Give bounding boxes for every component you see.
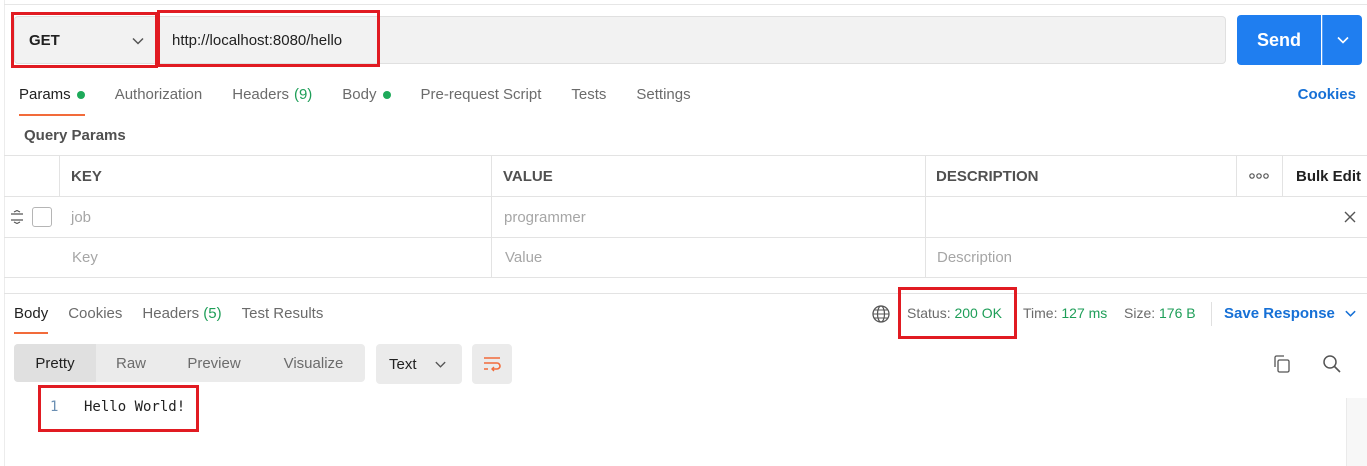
- col-divider: [491, 156, 492, 196]
- time-info: Time: 127 ms: [1023, 305, 1107, 321]
- tab-body-label: Body: [342, 86, 377, 103]
- request-tabs: Params Authorization Headers (9) Body Pr…: [19, 86, 721, 116]
- column-header-key: KEY: [71, 167, 102, 185]
- table-header-row: KEY VALUE DESCRIPTION Bulk Edit: [4, 155, 1367, 196]
- response-headers-count: (5): [203, 305, 222, 322]
- col-divider: [1236, 156, 1237, 196]
- col-divider: [491, 197, 492, 237]
- copy-icon[interactable]: [1272, 354, 1292, 374]
- send-button[interactable]: Send: [1237, 15, 1321, 65]
- wrap-lines-button[interactable]: [472, 344, 512, 384]
- response-body: 1 Hello World!: [50, 399, 185, 415]
- tab-headers[interactable]: Headers (9): [232, 86, 312, 116]
- body-type-label: Text: [389, 355, 417, 373]
- url-input[interactable]: http://localhost:8080/hello: [158, 16, 1226, 64]
- params-active-dot: [76, 91, 85, 99]
- tab-body[interactable]: Body: [342, 86, 391, 116]
- tab-authorization-label: Authorization: [114, 86, 203, 103]
- url-text: http://localhost:8080/hello: [172, 31, 343, 49]
- response-tabs: Body Cookies Headers (5) Test Results: [14, 305, 343, 334]
- response-tab-test-results[interactable]: Test Results: [242, 305, 324, 334]
- format-preview[interactable]: Preview: [166, 344, 262, 382]
- format-raw[interactable]: Raw: [96, 344, 166, 382]
- column-header-value: VALUE: [503, 167, 553, 185]
- time-value: 127 ms: [1061, 305, 1108, 321]
- column-header-description: DESCRIPTION: [936, 167, 1039, 185]
- tab-settings-label: Settings: [636, 86, 691, 103]
- tab-params-label: Params: [19, 86, 71, 103]
- query-params-title: Query Params: [24, 127, 126, 144]
- response-divider: [4, 293, 1367, 294]
- method-label: GET: [29, 31, 60, 49]
- top-divider: [4, 4, 1367, 5]
- response-headers-label: Headers: [142, 305, 200, 322]
- tab-pre-request-script[interactable]: Pre-request Script: [421, 86, 542, 116]
- col-divider: [491, 238, 492, 277]
- delete-param-icon[interactable]: [1344, 197, 1356, 237]
- format-pretty[interactable]: Pretty: [14, 344, 96, 382]
- status-label: Status:: [907, 305, 951, 321]
- body-active-dot: [382, 91, 391, 99]
- response-tab-cookies[interactable]: Cookies: [68, 305, 122, 334]
- chevron-down-icon: [1336, 36, 1349, 44]
- format-visualize[interactable]: Visualize: [262, 344, 365, 382]
- body-type-select[interactable]: Text: [376, 344, 462, 384]
- bulk-edit-button[interactable]: Bulk Edit: [1296, 156, 1361, 196]
- line-number: 1: [50, 399, 59, 415]
- size-label: Size:: [1124, 305, 1156, 321]
- size-value: 176 B: [1159, 305, 1196, 321]
- tab-headers-count: (9): [293, 86, 313, 103]
- tab-tests[interactable]: Tests: [571, 86, 606, 116]
- col-divider: [1282, 156, 1283, 196]
- new-value-input[interactable]: Value: [505, 238, 542, 277]
- chevron-down-icon: [132, 37, 144, 45]
- new-key-input[interactable]: Key: [72, 238, 98, 277]
- col-divider: [925, 238, 926, 277]
- response-tab-headers[interactable]: Headers (5): [142, 305, 221, 334]
- status-info: Status: 200 OK: [907, 305, 1002, 321]
- chevron-down-icon: [434, 361, 446, 368]
- size-info: Size: 176 B: [1124, 305, 1196, 321]
- response-tab-body[interactable]: Body: [14, 305, 49, 334]
- more-options-icon[interactable]: [1249, 156, 1269, 196]
- globe-icon[interactable]: [871, 304, 891, 324]
- separator: [1211, 302, 1212, 326]
- col-divider: [925, 156, 926, 196]
- chevron-down-icon: [1345, 310, 1356, 317]
- param-checkbox[interactable]: [32, 197, 52, 237]
- col-divider: [925, 197, 926, 237]
- search-icon[interactable]: [1322, 354, 1342, 374]
- col-divider: [59, 156, 60, 196]
- param-value[interactable]: programmer: [504, 197, 586, 237]
- tab-tests-label: Tests: [571, 86, 607, 103]
- new-description-input[interactable]: Description: [937, 238, 1012, 277]
- scrollbar[interactable]: [1346, 398, 1367, 466]
- tab-params[interactable]: Params: [19, 86, 85, 116]
- tab-authorization[interactable]: Authorization: [115, 86, 203, 116]
- wrap-lines-icon: [484, 357, 501, 372]
- time-label: Time:: [1023, 305, 1058, 321]
- tab-settings[interactable]: Settings: [636, 86, 690, 116]
- tab-headers-label: Headers: [232, 86, 289, 103]
- params-table: KEY VALUE DESCRIPTION Bulk Edit job prog…: [4, 155, 1367, 278]
- cookies-link[interactable]: Cookies: [1298, 86, 1356, 103]
- send-options-button[interactable]: [1322, 15, 1362, 65]
- response-body-text: Hello World!: [84, 399, 186, 415]
- save-response-button[interactable]: Save Response: [1224, 305, 1357, 322]
- save-response-label: Save Response: [1224, 305, 1335, 322]
- table-row-new: Key Value Description: [4, 237, 1367, 278]
- format-selector: Pretty Raw Preview Visualize: [14, 344, 365, 382]
- status-value: 200 OK: [954, 305, 1002, 321]
- drag-handle-icon[interactable]: [10, 197, 24, 237]
- method-select[interactable]: GET: [14, 16, 156, 64]
- tab-pre-request-label: Pre-request Script: [420, 86, 542, 103]
- param-key[interactable]: job: [71, 197, 91, 237]
- table-row: job programmer: [4, 196, 1367, 237]
